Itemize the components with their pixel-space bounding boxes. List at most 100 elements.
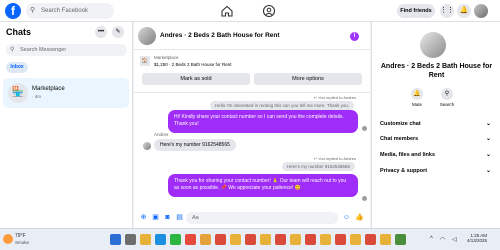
chrome-icon[interactable]	[185, 234, 196, 245]
read-receipt-avatar	[362, 126, 367, 131]
marketplace-listing-card: 🏠 Marketplace $1,250 · 2 Beds 2 Bath Hou…	[138, 53, 364, 91]
chat-avatar[interactable]	[138, 27, 156, 45]
chrome-profile-icon[interactable]	[380, 234, 391, 245]
windows-taskbar: 79°F Smoke ^ ◠ ◁ 1:25 AM 4/13/2025	[0, 228, 500, 250]
listing-thumbnail-icon: 🏠	[140, 56, 150, 66]
wifi-icon[interactable]: ◠	[440, 236, 445, 243]
chrome-profile-icon[interactable]	[200, 234, 211, 245]
quoted-message[interactable]: Here's my number 9162548565	[282, 162, 355, 171]
info-icon[interactable]: i	[350, 32, 359, 41]
sticker-icon[interactable]: ◙	[163, 213, 172, 222]
chrome-profile-icon[interactable]	[320, 234, 331, 245]
conversation-avatar[interactable]	[420, 32, 446, 58]
chat-window: Andres · 2 Beds 2 Bath House for Rent i …	[134, 22, 370, 228]
conversation-time: · 4m	[32, 94, 41, 99]
date: 4/13/2025	[467, 238, 488, 243]
plus-icon[interactable]: ⊕	[139, 213, 148, 222]
marketplace-label: Marketplace	[154, 55, 179, 60]
new-message-icon[interactable]: ✎	[112, 26, 124, 38]
chevron-down-icon: ⌄	[485, 121, 491, 127]
reply-tag: ↩ You replied to Andres	[313, 156, 356, 161]
read-receipt-avatar	[362, 196, 367, 201]
chrome-profile-icon[interactable]	[215, 234, 226, 245]
mute-button[interactable]: 🔔 Mute	[404, 88, 430, 107]
reply-tag-text: You replied to Andres	[318, 156, 356, 161]
weather-condition: Smoke	[15, 240, 30, 245]
edge-icon[interactable]	[155, 234, 166, 245]
listing-price[interactable]: $1,250 · 2 Beds 2 Bath House for Rent	[154, 62, 232, 67]
search-button[interactable]: ⚲ Search	[434, 88, 460, 107]
menu-grid-icon[interactable]: ⋮⋮	[440, 4, 454, 18]
friends-icon[interactable]	[262, 4, 276, 18]
chrome-profile-icon[interactable]	[245, 234, 256, 245]
privacy-support-row[interactable]: Privacy & support ⌄	[380, 165, 493, 177]
profile-avatar[interactable]	[474, 4, 488, 18]
customize-chat-row[interactable]: Customize chat ⌄	[380, 118, 493, 130]
sender-name: Andres	[154, 132, 169, 137]
chevron-down-icon: ⌄	[485, 136, 491, 142]
divider	[134, 92, 370, 93]
incoming-message[interactable]: Here's my number 9162548565	[154, 139, 236, 151]
chrome-profile-icon[interactable]	[230, 234, 241, 245]
weather-temperature: 79°F	[15, 233, 26, 239]
reply-tag: ↩ You replied to Andres	[313, 95, 356, 100]
chevron-down-icon: ⌄	[485, 152, 491, 158]
file-explorer-icon[interactable]	[140, 234, 151, 245]
start-icon[interactable]	[110, 234, 121, 245]
conversation-name: Marketplace	[32, 86, 65, 92]
messenger-search-input[interactable]: ⚲ Search Messenger	[6, 44, 127, 56]
facebook-logo-icon[interactable]: f	[5, 3, 21, 19]
weather-icon[interactable]	[3, 234, 13, 244]
row-label: Chat members	[380, 136, 419, 142]
taskview-icon[interactable]	[125, 234, 136, 245]
whatsapp-icon[interactable]	[170, 234, 181, 245]
home-icon[interactable]	[220, 4, 234, 18]
search-icon: ⚲	[30, 7, 36, 14]
speaker-icon[interactable]: ◁	[452, 236, 457, 243]
row-label: Customize chat	[380, 121, 421, 127]
bell-icon: 🔔	[411, 88, 423, 100]
conversation-info-panel: Andres · 2 Beds 2 Bath House for Rent 🔔 …	[371, 22, 500, 228]
chrome-profile-icon[interactable]	[365, 234, 376, 245]
chevron-up-icon[interactable]: ^	[430, 236, 433, 242]
search-icon: ⚲	[441, 88, 453, 100]
chrome-profile-icon[interactable]	[275, 234, 286, 245]
chat-header: Andres · 2 Beds 2 Bath House for Rent i	[134, 22, 370, 50]
more-options-icon[interactable]: •••	[95, 26, 107, 38]
chrome-profile-icon[interactable]	[335, 234, 346, 245]
row-label: Privacy & support	[380, 168, 428, 174]
outgoing-message[interactable]: Hi! Kindly share your contact number so …	[168, 110, 358, 133]
search-placeholder: Search Facebook	[41, 8, 89, 14]
sender-avatar[interactable]	[143, 142, 151, 150]
chrome-profile-icon[interactable]	[350, 234, 361, 245]
reply-tag-text: You replied to Andres	[318, 95, 356, 100]
mark-as-sold-button[interactable]: Mark as sold	[142, 73, 250, 85]
conversation-title: Andres · 2 Beds 2 Bath House for Rent	[380, 63, 493, 80]
image-icon[interactable]: ▣	[151, 213, 160, 222]
chat-title[interactable]: Andres · 2 Beds 2 Bath House for Rent	[160, 32, 280, 39]
conversation-item-marketplace[interactable]: 🏪 Marketplace · 4m	[3, 78, 129, 108]
chrome-profile-icon[interactable]	[260, 234, 271, 245]
chrome-profile-icon[interactable]	[305, 234, 316, 245]
chats-title: Chats	[6, 27, 32, 37]
emoji-icon[interactable]: ☺	[342, 213, 351, 222]
notifications-bell-icon[interactable]: 🔔	[457, 4, 471, 18]
more-options-button[interactable]: More options	[254, 73, 362, 85]
gif-icon[interactable]: ▤	[175, 213, 184, 222]
inbox-filter-tab[interactable]: Inbox	[6, 62, 28, 73]
message-input[interactable]: Aa	[186, 212, 338, 224]
quoted-message[interactable]: Hello I'm interested in renting this can…	[210, 101, 355, 110]
chrome-profile-icon[interactable]	[290, 234, 301, 245]
chats-panel: Chats ••• ✎ ⚲ Search Messenger Inbox 🏪 M…	[0, 22, 133, 228]
chevron-down-icon: ⌄	[485, 168, 491, 174]
app-icon[interactable]	[395, 234, 406, 245]
media-files-links-row[interactable]: Media, files and links ⌄	[380, 149, 493, 161]
clock[interactable]: 1:25 AM 4/13/2025	[467, 233, 487, 243]
like-thumb-icon[interactable]: 👍	[355, 213, 364, 222]
outgoing-message[interactable]: Thank you for sharing your contact numbe…	[168, 174, 358, 197]
row-label: Media, files and links	[380, 152, 436, 158]
chat-members-row[interactable]: Chat members ⌄	[380, 133, 493, 145]
facebook-search-input[interactable]: ⚲ Search Facebook	[26, 3, 114, 19]
find-friends-button[interactable]: Find friends	[397, 4, 435, 18]
message-composer: ⊕ ▣ ◙ ▤ Aa ☺ 👍	[134, 208, 370, 228]
